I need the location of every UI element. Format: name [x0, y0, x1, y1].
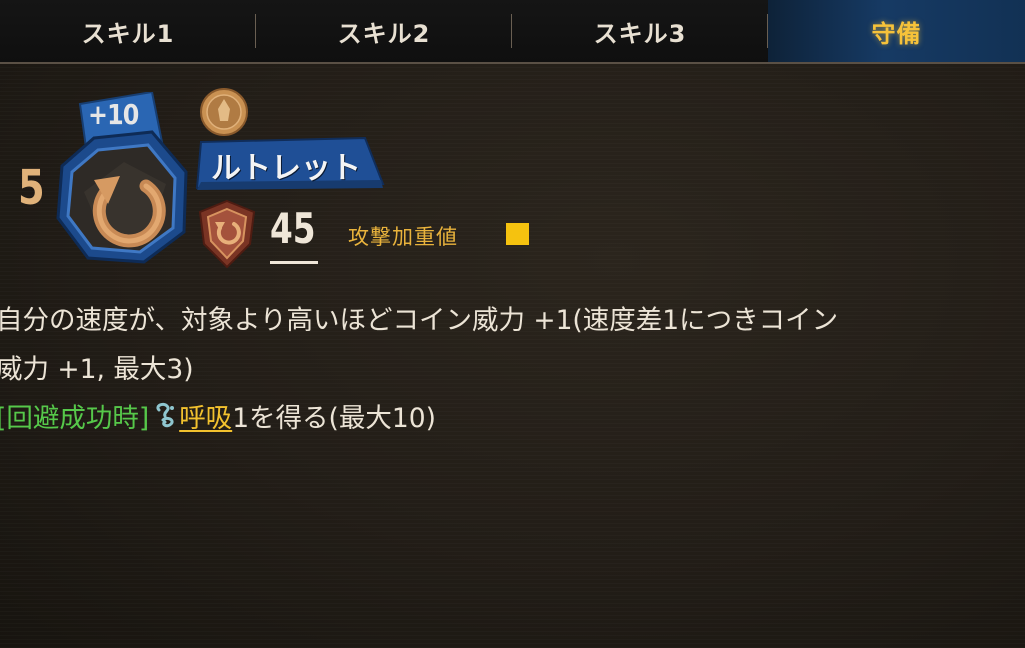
coin-icon	[200, 88, 248, 136]
description-line: 自分の速度が、対象より高いほどコイン威力 +1(速度差1につきコイン	[0, 305, 839, 336]
attack-weight-label: 攻撃加重値	[348, 225, 458, 249]
tab-skill1-label: スキル1	[81, 19, 175, 48]
description-rest: 1を得る(最大10)	[232, 403, 436, 434]
skill-power-value: 45	[270, 204, 316, 253]
attack-weight-square	[506, 223, 529, 245]
skill-description: 自分の速度が、対象より高いほどコイン威力 +1(速度差1につきコイン 威力 +1…	[0, 296, 1025, 443]
description-line: [回避成功時] 呼吸1を得る(最大10)	[0, 394, 1025, 443]
condition-tag: [回避成功時]	[0, 403, 150, 434]
description-line: 威力 +1, 最大3)	[0, 354, 194, 385]
breath-icon	[156, 402, 175, 428]
skill-name: ルトレット	[211, 151, 361, 186]
skill-level: 5	[18, 160, 45, 216]
tab-skill3[interactable]: スキル3	[512, 0, 768, 62]
tab-skill2[interactable]: スキル2	[256, 0, 512, 62]
tab-skill2-label: スキル2	[337, 19, 431, 48]
tab-skill1[interactable]: スキル1	[0, 0, 256, 62]
tab-skill3-label: スキル3	[593, 19, 687, 48]
skill-tab-bar: スキル1 スキル2 スキル3 守備	[0, 0, 1025, 64]
breath-keyword[interactable]: 呼吸	[179, 403, 232, 434]
tab-defense[interactable]: 守備	[768, 0, 1025, 62]
evade-shield-icon	[198, 199, 256, 269]
skill-plus-level: +10	[88, 98, 139, 131]
tab-defense-label: 守備	[871, 19, 922, 48]
skill-detail-panel: スキル1 スキル2 スキル3 守備 5 +10 ルトレット 45 攻撃加重値 自…	[0, 0, 1025, 648]
power-underline	[270, 261, 318, 264]
